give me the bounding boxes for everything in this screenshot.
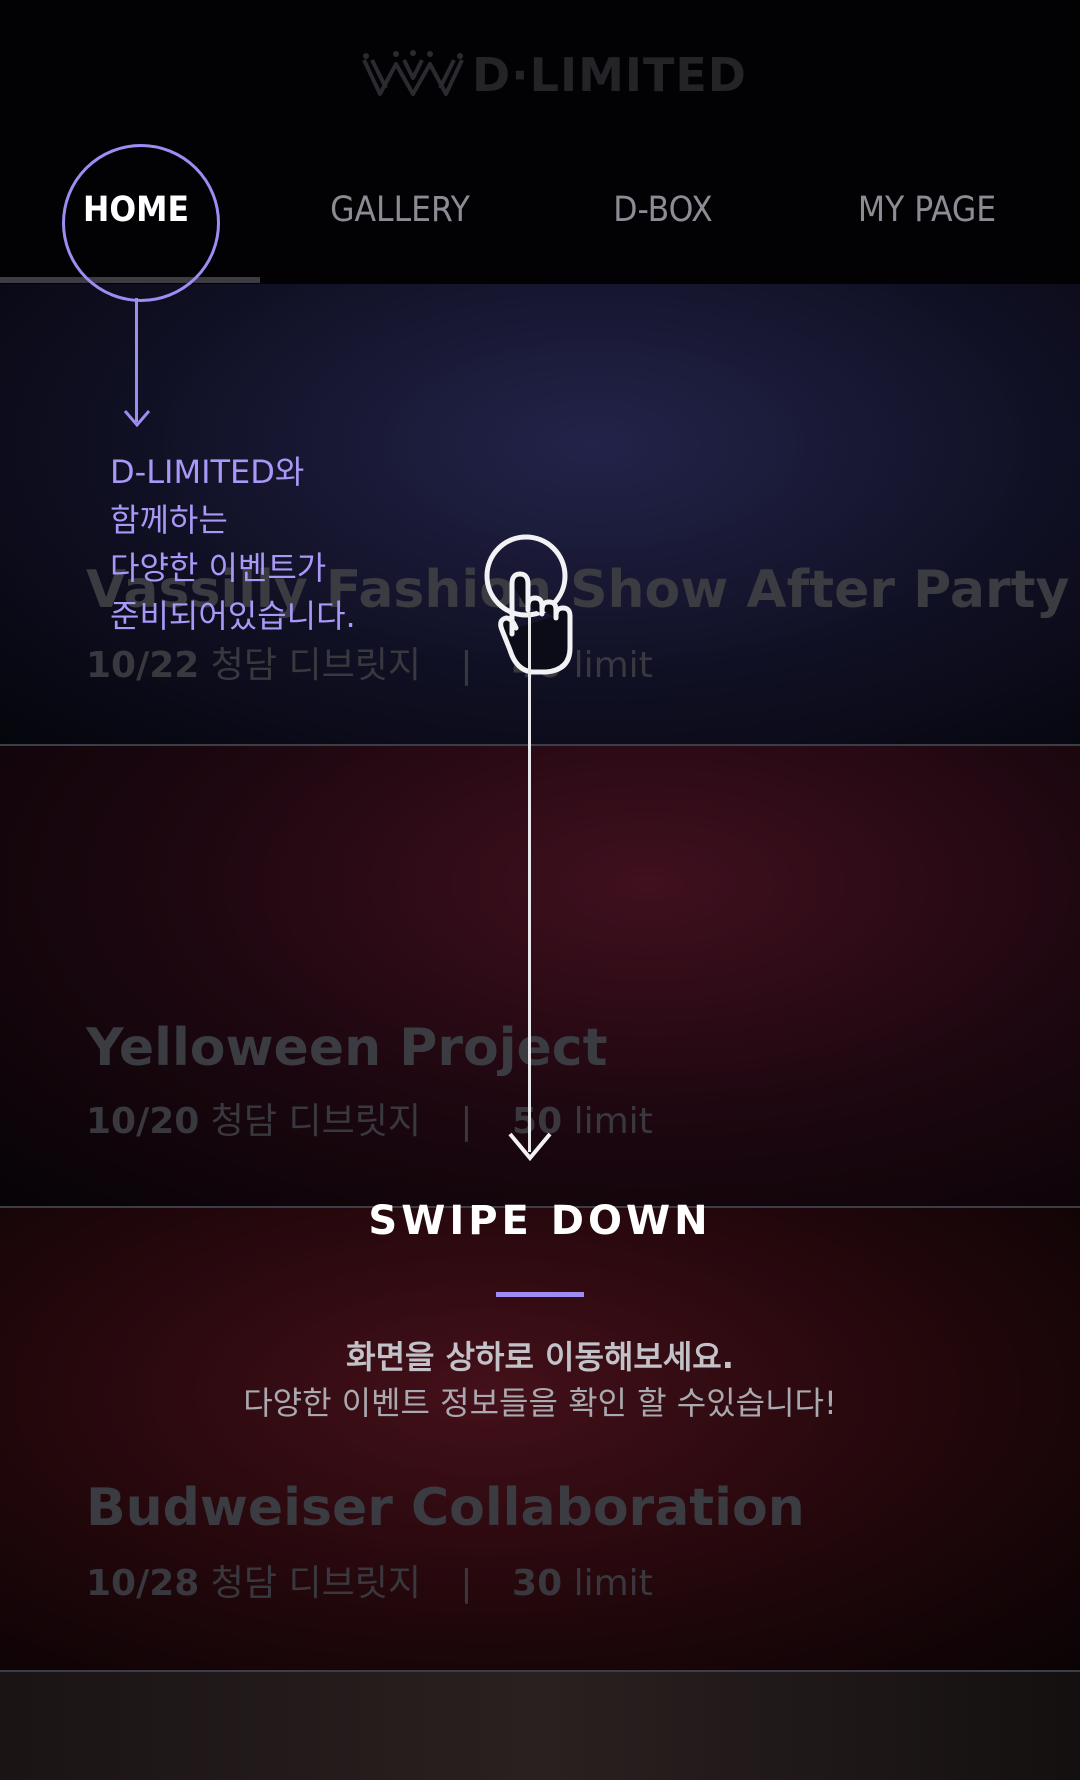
event-date: 10/28 (86, 1563, 200, 1604)
meta-separator: | (460, 645, 473, 686)
event-card-partial[interactable] (0, 1672, 1080, 1780)
event-card[interactable]: Budweiser Collaboration 10/28 청담 디브릿지 | … (0, 1208, 1080, 1672)
event-title: Budweiser Collaboration (86, 1478, 805, 1538)
event-capacity-unit: limit (573, 1563, 653, 1604)
event-card[interactable]: Vassilly Fashion Show After Party 10/22 … (0, 284, 1080, 746)
event-meta: 10/22 청담 디브릿지 | 40 limit (86, 636, 653, 688)
app-header: D·LIMITED HOME GALLERY D-BOX MY PAGE (0, 0, 1080, 284)
crown-icon (362, 50, 464, 96)
meta-separator: | (460, 1563, 473, 1604)
event-capacity-unit: limit (573, 1101, 653, 1142)
event-meta: 10/20 청담 디브릿지 | 50 limit (86, 1092, 653, 1144)
event-capacity-unit: limit (573, 645, 653, 686)
meta-separator: | (460, 1101, 473, 1142)
tab-dbox[interactable]: D-BOX (548, 140, 778, 284)
brand-logo[interactable]: D·LIMITED (360, 46, 746, 106)
tab-gallery[interactable]: GALLERY (272, 140, 528, 284)
event-feed[interactable]: Vassilly Fashion Show After Party 10/22 … (0, 284, 1080, 1780)
event-card[interactable]: Yelloween Project 10/20 청담 디브릿지 | 50 lim… (0, 746, 1080, 1208)
event-venue: 청담 디브릿지 (210, 645, 421, 686)
tab-home[interactable]: HOME (0, 140, 272, 284)
event-meta: 10/28 청담 디브릿지 | 30 limit (86, 1554, 653, 1606)
event-date: 10/22 (86, 645, 200, 686)
event-capacity: 30 (512, 1563, 563, 1604)
event-date: 10/20 (86, 1101, 200, 1142)
event-venue: 청담 디브릿지 (210, 1101, 421, 1142)
event-title: Vassilly Fashion Show After Party (86, 560, 1070, 620)
event-capacity: 40 (512, 645, 563, 686)
main-nav: HOME GALLERY D-BOX MY PAGE (0, 140, 1080, 284)
event-capacity: 50 (512, 1101, 563, 1142)
brand-name: D·LIMITED (472, 48, 747, 102)
tab-mypage[interactable]: MY PAGE (812, 140, 1042, 284)
active-tab-indicator (0, 277, 260, 283)
event-image (0, 1672, 1080, 1780)
event-venue: 청담 디브릿지 (210, 1563, 421, 1604)
event-title: Yelloween Project (86, 1018, 608, 1078)
